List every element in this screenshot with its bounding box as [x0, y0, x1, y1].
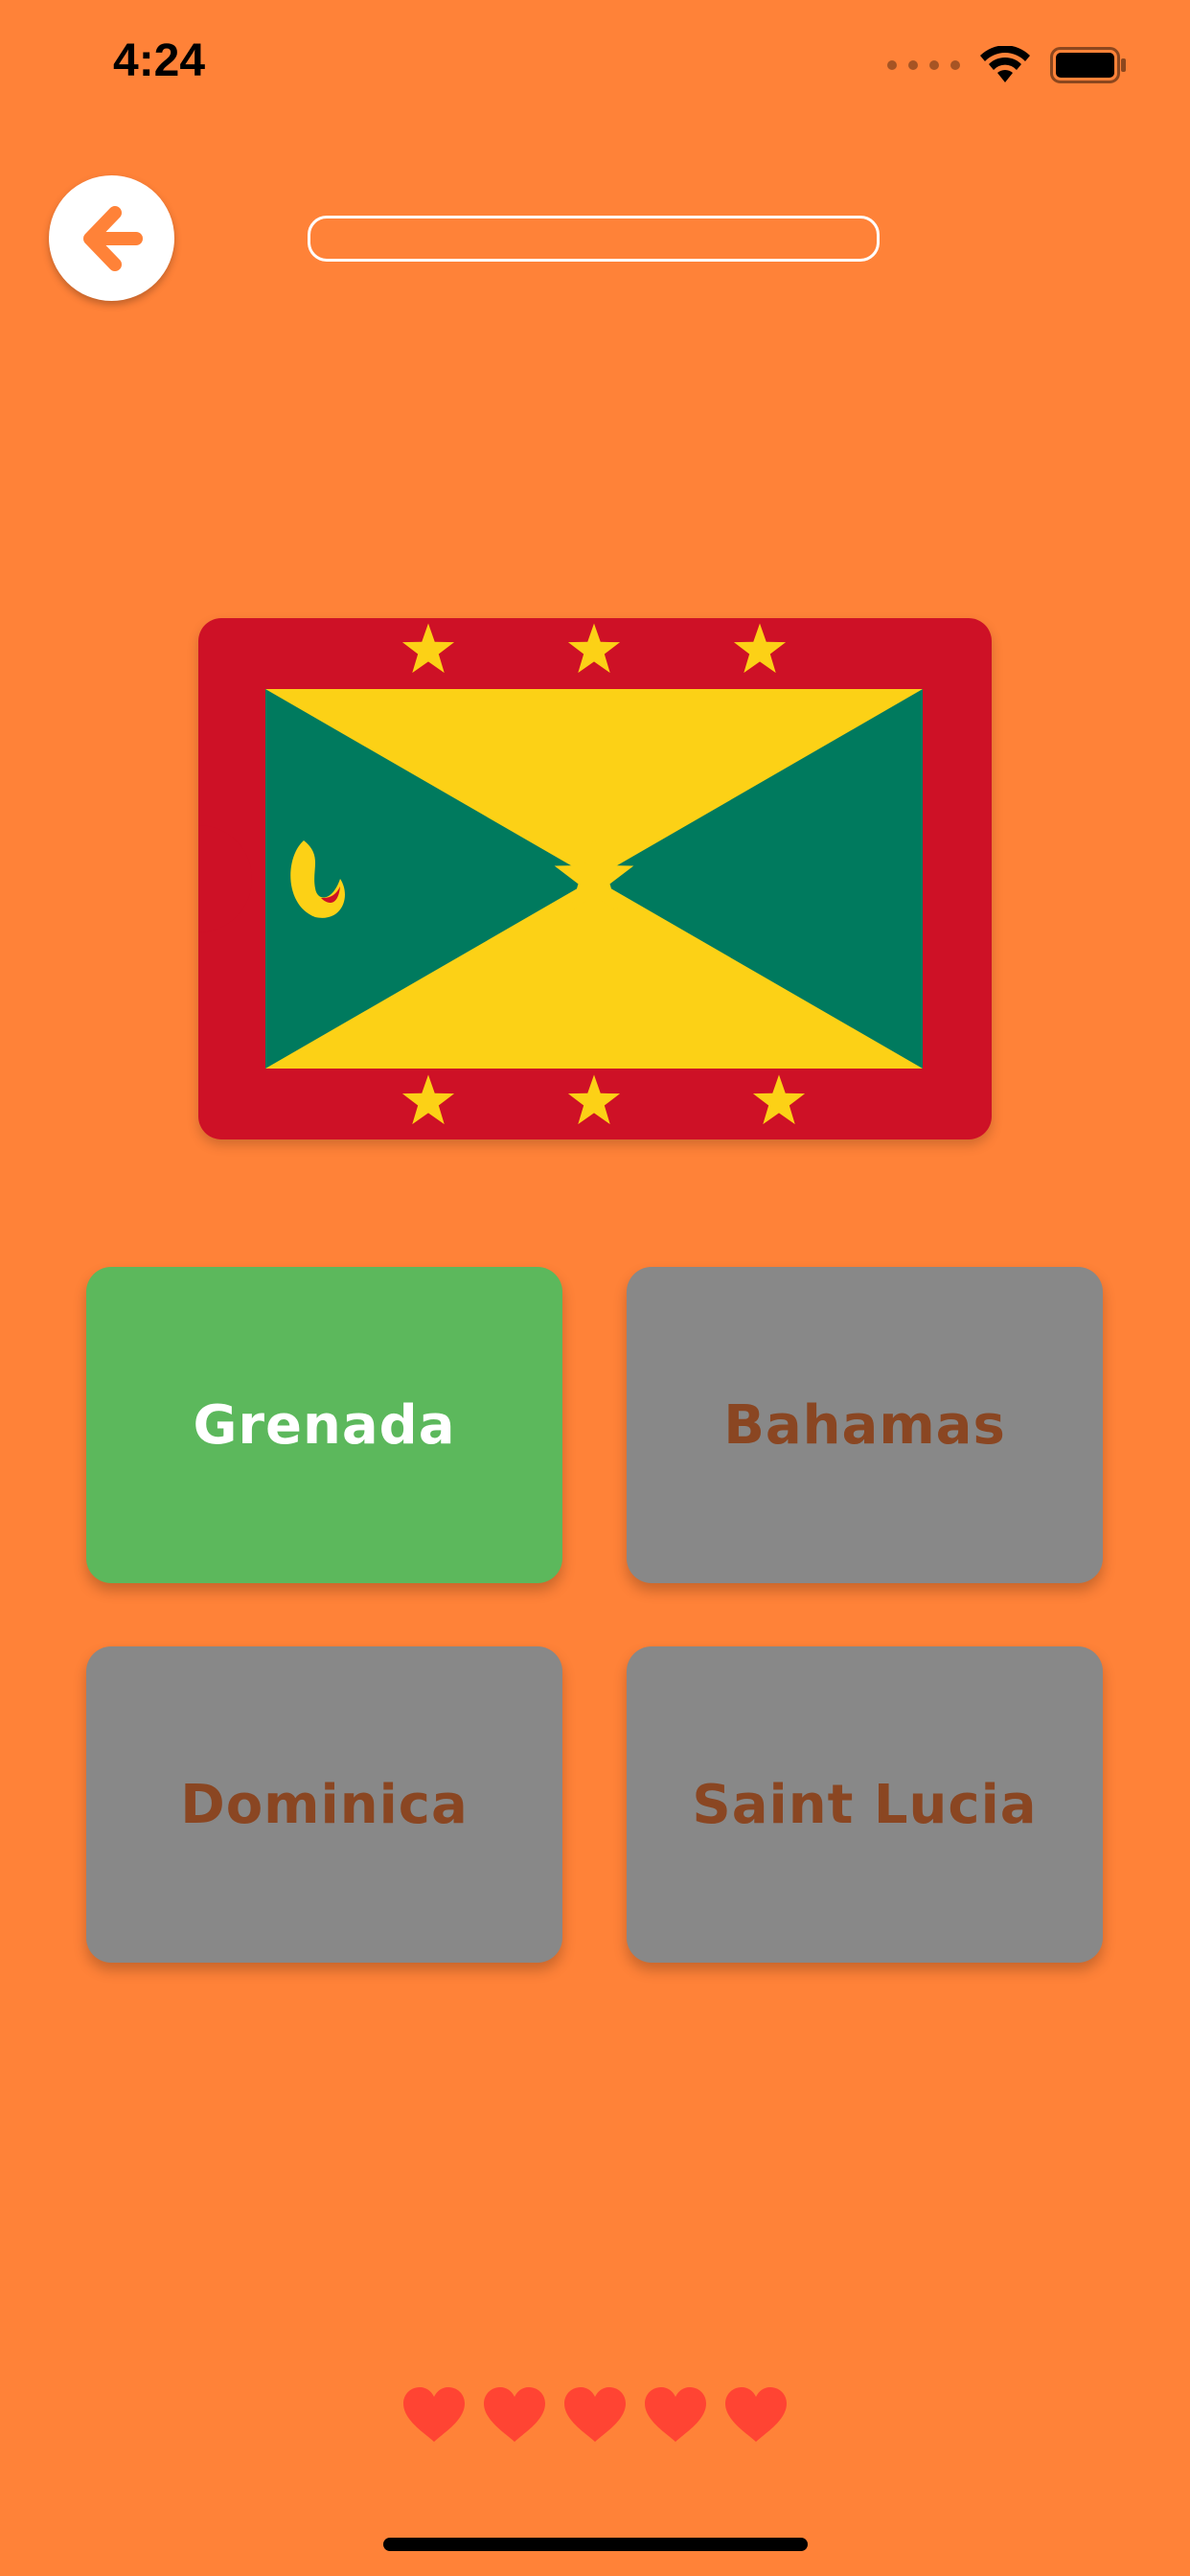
home-indicator[interactable]: [383, 2538, 808, 2551]
answer-label: Saint Lucia: [692, 1773, 1038, 1836]
flag-card: [198, 618, 992, 1139]
grenada-flag: [198, 618, 992, 1139]
heart-icon: [725, 2387, 787, 2442]
heart-icon: [645, 2387, 706, 2442]
wifi-icon: [980, 46, 1030, 82]
back-button[interactable]: [49, 175, 174, 301]
heart-icon: [484, 2387, 545, 2442]
battery-icon: [1050, 47, 1126, 83]
answer-button-bahamas[interactable]: Bahamas: [627, 1267, 1103, 1583]
status-icons: [887, 42, 1127, 88]
answer-label: Bahamas: [723, 1393, 1006, 1457]
arrow-left-icon: [82, 205, 143, 271]
answer-button-grenada[interactable]: Grenada: [86, 1267, 562, 1583]
lives-indicator: [0, 2386, 1190, 2444]
progress-bar: [308, 216, 880, 262]
heart-icon: [403, 2387, 465, 2442]
answer-label: Grenada: [193, 1393, 456, 1457]
answer-button-dominica[interactable]: Dominica: [86, 1646, 562, 1963]
answer-button-saint-lucia[interactable]: Saint Lucia: [627, 1646, 1103, 1963]
signal-dots-icon: [887, 60, 960, 70]
status-time: 4:24: [113, 35, 206, 86]
quiz-screen: 4:24 Grenada Bahamas Dominica Saint Luci…: [0, 0, 1190, 2576]
heart-icon: [564, 2387, 626, 2442]
answer-label: Dominica: [180, 1773, 469, 1836]
